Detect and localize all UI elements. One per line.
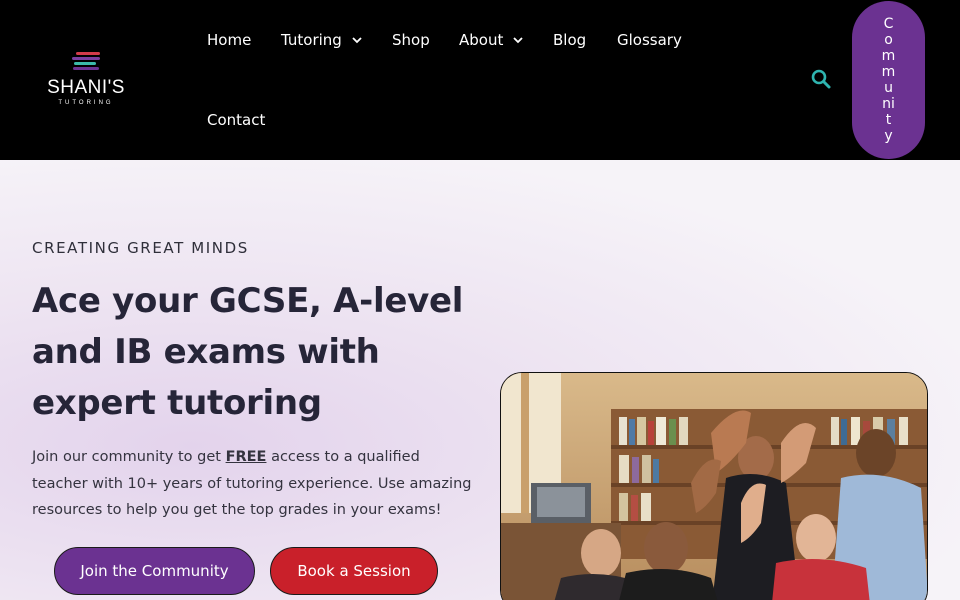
logo-mark [72,52,100,72]
join-community-button[interactable]: Join the Community [54,547,255,595]
community-letter: y [884,128,893,144]
site-logo[interactable]: SHANI'S TUTORING [44,52,128,110]
community-letter: ni [882,96,895,112]
nav-glossary-label: Glossary [617,31,682,49]
community-letter: m [881,48,896,64]
nav-contact-label: Contact [207,111,266,129]
book-session-button[interactable]: Book a Session [270,547,438,595]
join-community-label: Join the Community [80,562,229,580]
hero-photo [500,372,928,600]
students-high-five-image [501,373,927,600]
community-letter: m [881,64,896,80]
chevron-down-icon [513,37,523,44]
nav-tutoring[interactable]: Tutoring [281,30,363,50]
nav-glossary[interactable]: Glossary [617,30,682,50]
nav-about[interactable]: About [459,30,524,50]
free-emphasis: FREE [225,449,267,465]
hero-intro: Join our community to get FREE access to… [32,444,472,524]
nav-home-label: Home [207,31,252,49]
community-letter: C [883,16,894,32]
hero-eyebrow: CREATING GREAT MINDS [32,239,249,257]
chevron-down-icon [352,37,362,44]
book-session-label: Book a Session [297,562,411,580]
community-letter: t [885,112,892,128]
community-letter: u [884,80,893,96]
nav-tutoring-label: Tutoring [281,31,342,49]
nav-about-label: About [459,31,504,49]
site-header: SHANI'S TUTORING Home Tutoring Shop Abou… [0,0,960,160]
nav-home[interactable]: Home [207,30,251,50]
nav-shop-label: Shop [392,31,430,49]
nav-contact[interactable]: Contact [207,110,265,130]
community-letter: o [884,32,893,48]
nav-blog-label: Blog [553,31,587,49]
hero-headline: Ace your GCSE, A-level and IB exams with… [32,281,464,423]
community-button[interactable]: C o m m u ni t y [852,1,925,159]
logo-name: SHANI'S [47,77,125,98]
nav-blog[interactable]: Blog [553,30,586,50]
nav-shop[interactable]: Shop [392,30,430,50]
intro-text-start: Join our community to get [32,449,226,465]
logo-subtitle: TUTORING [58,100,114,106]
search-icon[interactable] [810,68,832,90]
